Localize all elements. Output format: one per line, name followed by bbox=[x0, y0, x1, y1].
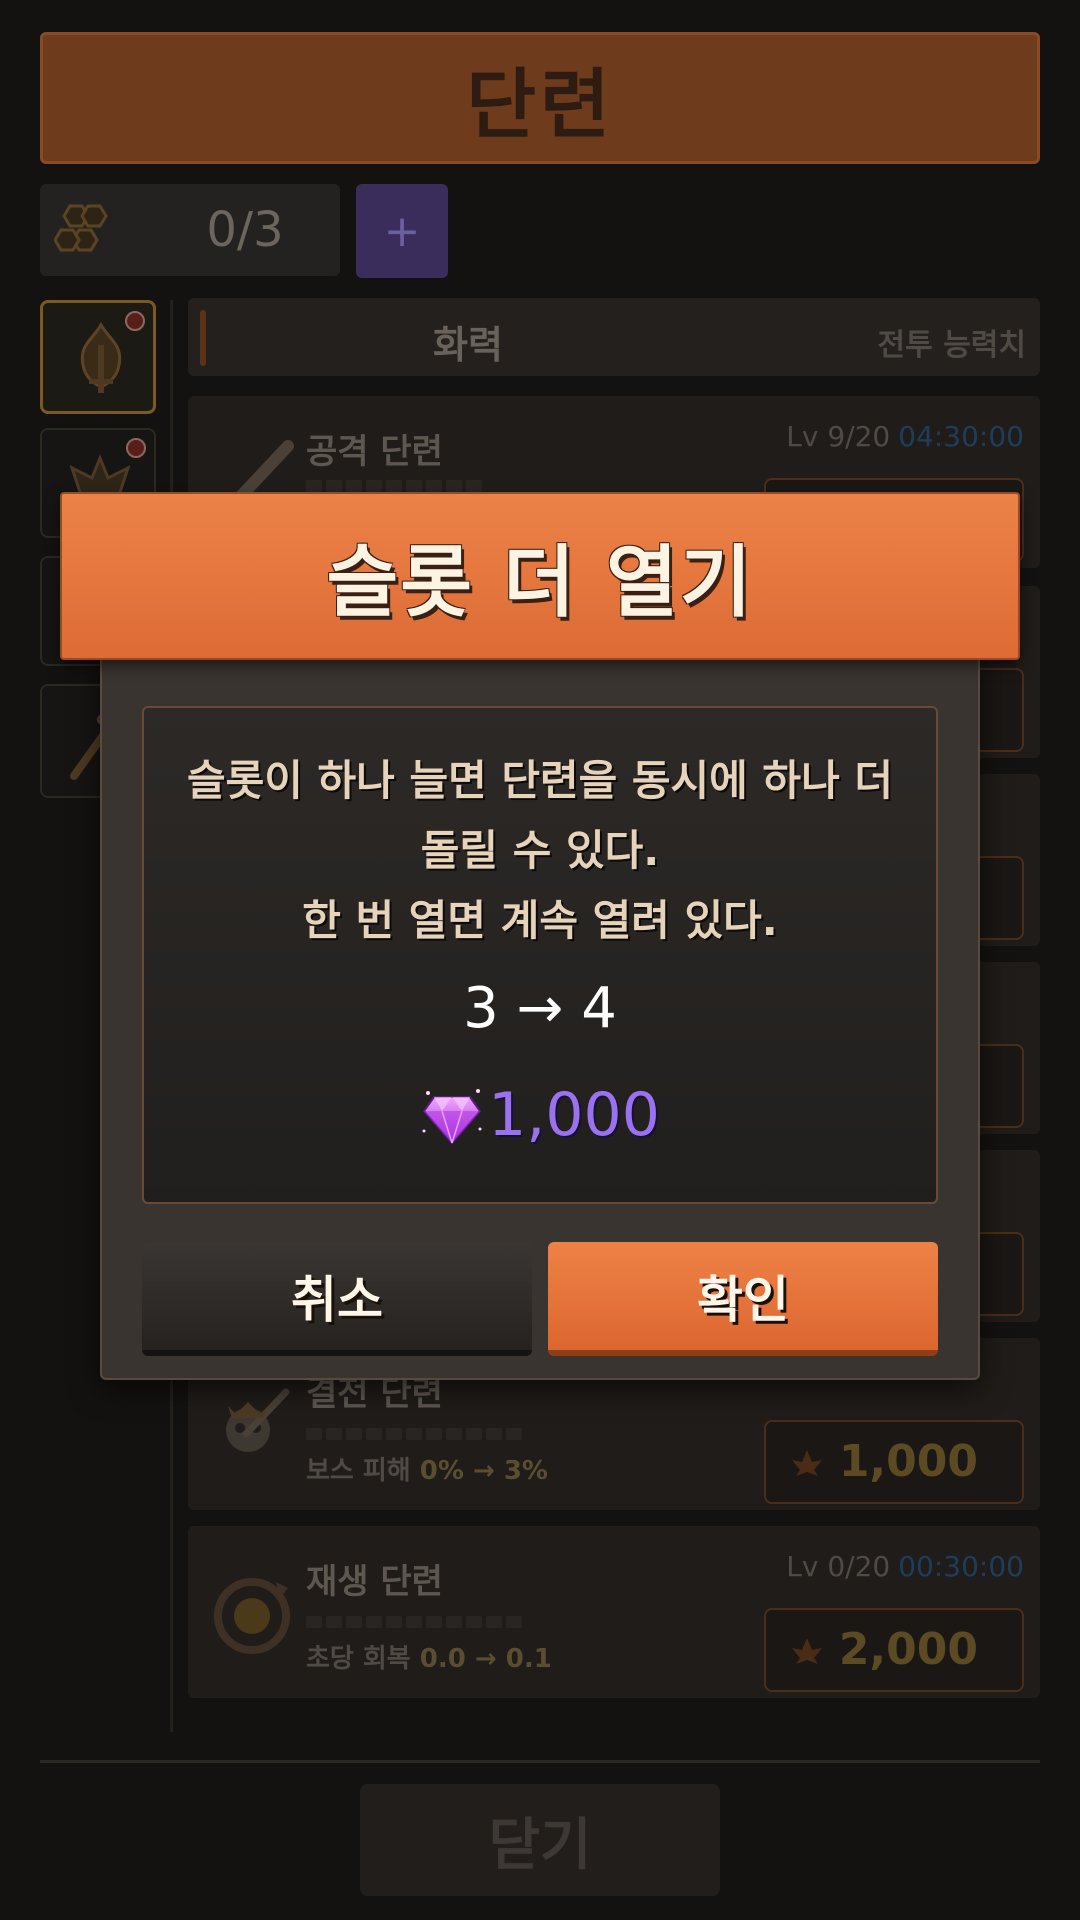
cost-value: 2,000 bbox=[838, 1624, 978, 1675]
page-title-bar: 단련 bbox=[40, 32, 1040, 164]
close-button[interactable]: 닫기 bbox=[360, 1784, 720, 1896]
upgrade-cost-button[interactable]: 1,000 bbox=[764, 1420, 1024, 1504]
timer-text: 04:30:00 bbox=[898, 420, 1024, 453]
description-line: 돌릴 수 있다. bbox=[420, 826, 660, 875]
tab-firepower[interactable] bbox=[40, 300, 156, 414]
effect-value: 0.0 → 0.1 bbox=[419, 1644, 552, 1674]
category-name: 화력 bbox=[433, 323, 503, 367]
modal-title: 슬롯 더 열기 bbox=[326, 538, 754, 628]
confirm-button[interactable]: 확인 bbox=[548, 1242, 938, 1356]
modal-description: 슬롯이 하나 늘면 단련을 동시에 하나 더 돌릴 수 있다. 한 번 열면 계… bbox=[144, 746, 936, 956]
add-slot-button[interactable]: + bbox=[356, 184, 448, 278]
modal-header: 슬롯 더 열기 bbox=[60, 492, 1020, 660]
card-name: 공격 단련 bbox=[306, 432, 443, 472]
card-level: Lv 9/20 04:30:00 bbox=[786, 420, 1024, 453]
description-line: 한 번 열면 계속 열려 있다. bbox=[302, 896, 778, 945]
upgrade-cost-button[interactable]: 2,000 bbox=[764, 1608, 1024, 1692]
footer-divider bbox=[40, 1760, 1040, 1763]
level-text: Lv 9/20 bbox=[786, 420, 891, 453]
category-header: 화력 전투 능력치 bbox=[188, 298, 1040, 376]
description-line: 슬롯이 하나 늘면 단련을 동시에 하나 더 bbox=[187, 756, 893, 805]
card-level: Lv 0/20 00:30:00 bbox=[786, 1550, 1024, 1583]
price-amount: 1,000 bbox=[488, 1080, 660, 1150]
cancel-label: 취소 bbox=[291, 1271, 383, 1329]
timer-text: 00:30:00 bbox=[898, 1550, 1024, 1583]
level-text: Lv 0/20 bbox=[786, 1550, 891, 1583]
slot-counter: 0/3 bbox=[40, 184, 340, 276]
card-effect: 초당 회복 0.0 → 0.1 bbox=[306, 1638, 552, 1675]
slot-change: 3 → 4 bbox=[463, 976, 617, 1041]
flame-sword-icon bbox=[80, 321, 122, 393]
skull-sword-icon bbox=[226, 1388, 290, 1452]
training-card[interactable]: 재생 단련 초당 회복 0.0 → 0.1 Lv 0/20 00:30:00 2,… bbox=[188, 1526, 1040, 1698]
effect-value: 0% → 3% bbox=[419, 1456, 548, 1486]
page-title: 단련 bbox=[466, 60, 614, 149]
level-pips bbox=[306, 1616, 522, 1628]
level-pips bbox=[306, 1428, 522, 1440]
cancel-button[interactable]: 취소 bbox=[142, 1242, 532, 1356]
card-effect: 보스 피해 0% → 3% bbox=[306, 1450, 548, 1487]
price: 1,000 bbox=[144, 1080, 936, 1150]
slot-count: 0/3 bbox=[206, 202, 284, 258]
modal-info-panel: 슬롯이 하나 늘면 단련을 동시에 하나 더 돌릴 수 있다. 한 번 열면 계… bbox=[142, 706, 938, 1204]
close-label: 닫기 bbox=[488, 1812, 592, 1878]
confirm-label: 확인 bbox=[697, 1271, 789, 1329]
ember-icon bbox=[792, 1638, 822, 1664]
honeycomb-icon bbox=[54, 204, 108, 252]
category-subtitle: 전투 능력치 bbox=[877, 328, 1026, 363]
card-name: 재생 단련 bbox=[306, 1562, 443, 1602]
effect-label: 보스 피해 bbox=[306, 1456, 411, 1486]
effect-label: 초당 회복 bbox=[306, 1644, 411, 1674]
regen-icon bbox=[214, 1578, 290, 1654]
level-pips bbox=[306, 480, 482, 492]
cost-value: 1,000 bbox=[838, 1436, 978, 1487]
ember-icon bbox=[792, 1450, 822, 1476]
gem-icon bbox=[422, 1089, 482, 1145]
